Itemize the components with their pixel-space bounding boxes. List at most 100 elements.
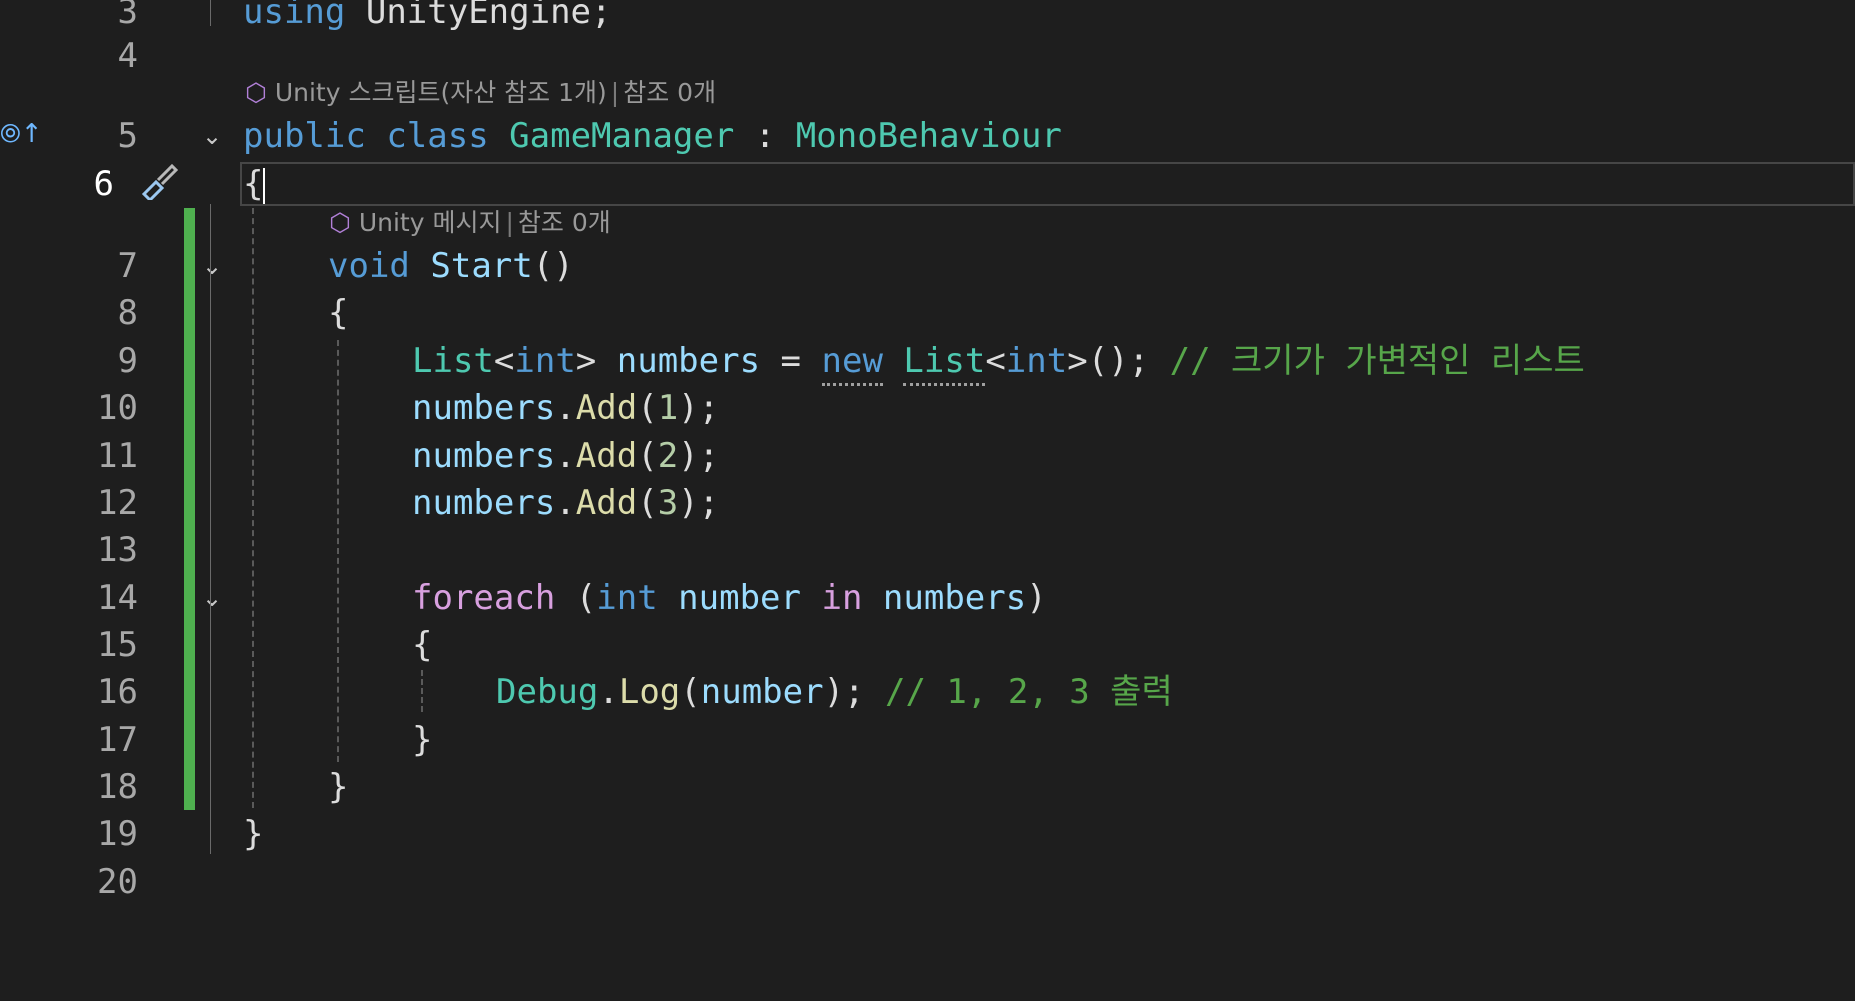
token: numbers xyxy=(882,578,1027,618)
token: Add xyxy=(575,388,638,428)
token: (); xyxy=(1087,341,1150,381)
current-line-highlight xyxy=(240,162,1855,206)
token: { xyxy=(412,625,433,665)
code-line-14[interactable]: foreach (int number in numbers) xyxy=(412,576,1047,620)
token: foreach xyxy=(412,578,556,618)
line-number: 20 xyxy=(97,862,138,902)
token: < xyxy=(493,341,515,381)
token: . xyxy=(598,672,619,712)
indent-guide xyxy=(252,208,254,808)
token: GameManager xyxy=(509,116,735,156)
token: Log xyxy=(618,672,681,712)
line-number: 17 xyxy=(97,720,138,760)
line-number: 5 xyxy=(117,116,138,156)
text-caret xyxy=(263,167,266,204)
token: public xyxy=(243,116,366,156)
unity-cube-icon: ⬡ xyxy=(245,78,267,107)
token: () xyxy=(532,246,574,286)
token: ; xyxy=(591,0,612,32)
token: > xyxy=(575,341,597,381)
comment: // 1, 2, 3 출력 xyxy=(885,672,1173,712)
line-number: 18 xyxy=(97,767,138,807)
token: numbers xyxy=(412,436,556,476)
token: ); xyxy=(823,672,865,712)
token: int xyxy=(514,341,576,381)
token: number xyxy=(700,672,824,712)
line-number-current: 6 xyxy=(93,164,114,204)
token: void xyxy=(328,246,410,286)
token: { xyxy=(328,293,349,333)
code-line-6[interactable]: { xyxy=(243,162,266,206)
token: using xyxy=(243,0,346,32)
code-editor[interactable]: ⦾↑ 3 4 5 6 7 8 9 10 11 12 13 14 15 16 17… xyxy=(0,0,1855,1001)
codelens-method[interactable]: ⬡ Unity 메시지 | 참조 0개 xyxy=(329,206,611,240)
comment: // 크기가 가변적인 리스트 xyxy=(1169,341,1585,381)
code-line-7[interactable]: void Start() xyxy=(328,244,574,288)
token: numbers xyxy=(616,341,761,381)
chevron-down-icon[interactable]: ⌄ xyxy=(202,114,222,158)
token: ( xyxy=(637,436,658,476)
chevron-down-icon[interactable]: ⌄ xyxy=(202,244,222,288)
token: = xyxy=(780,341,802,381)
code-line-15[interactable]: { xyxy=(412,623,432,667)
token: { xyxy=(243,164,264,204)
code-line-5[interactable]: public class GameManager : MonoBehaviour xyxy=(243,114,1062,158)
code-line-3[interactable]: using UnityEngine; xyxy=(243,0,612,34)
line-number: 8 xyxy=(117,293,138,333)
token: < xyxy=(985,341,1006,381)
code-line-19[interactable]: } xyxy=(243,812,263,856)
token: ) xyxy=(1026,578,1047,618)
token: int xyxy=(596,578,658,618)
line-number: 12 xyxy=(97,483,138,523)
outline-guide xyxy=(210,0,211,26)
token: List xyxy=(412,341,494,381)
chevron-down-icon[interactable]: ⌄ xyxy=(202,576,222,620)
token: Add xyxy=(575,436,638,476)
codelens-refs-link[interactable]: 참조 0개 xyxy=(518,208,611,237)
codelens-class[interactable]: ⬡ Unity 스크립트(자산 참조 1개) | 참조 0개 xyxy=(245,76,716,110)
code-line-10[interactable]: numbers.Add(1); xyxy=(412,386,719,430)
references-up-icon[interactable]: ⦾↑ xyxy=(0,116,43,152)
line-number: 15 xyxy=(97,625,138,665)
token: 3 xyxy=(657,483,679,523)
codelens-refs-link[interactable]: 참조 0개 xyxy=(623,78,716,107)
token: MonoBehaviour xyxy=(795,116,1062,156)
unity-cube-icon: ⬡ xyxy=(329,208,351,237)
codelens-unity-link[interactable]: Unity 스크립트(자산 참조 1개) xyxy=(275,78,607,107)
token: Start xyxy=(430,246,533,286)
code-line-12[interactable]: numbers.Add(3); xyxy=(412,481,719,525)
token: ); xyxy=(678,483,720,523)
line-number: 16 xyxy=(97,672,138,712)
token: . xyxy=(555,388,576,428)
codelens-separator: | xyxy=(505,208,514,237)
outline-guide xyxy=(210,204,211,854)
token: ); xyxy=(678,388,720,428)
code-line-8[interactable]: { xyxy=(328,291,348,335)
token: class xyxy=(386,116,489,156)
code-line-18[interactable]: } xyxy=(328,765,348,809)
line-number: 10 xyxy=(97,388,138,428)
codelens-separator: | xyxy=(610,78,620,107)
token: number xyxy=(678,578,801,618)
token: ( xyxy=(637,483,658,523)
token: ( xyxy=(680,672,701,712)
token-suggestion[interactable]: new xyxy=(821,341,883,386)
code-line-16[interactable]: Debug.Log(number); // 1, 2, 3 출력 xyxy=(496,670,1173,714)
line-number: 4 xyxy=(117,36,138,76)
codelens-unity-link[interactable]: Unity 메시지 xyxy=(359,208,502,237)
token: } xyxy=(243,814,264,854)
code-line-17[interactable]: } xyxy=(412,718,432,762)
line-number: 14 xyxy=(97,578,138,618)
line-number: 11 xyxy=(97,436,138,476)
brush-icon[interactable] xyxy=(138,160,180,200)
code-line-9[interactable]: List<int> numbers = new List<int>(); // … xyxy=(412,339,1585,386)
token: } xyxy=(412,720,433,760)
line-number: 3 xyxy=(117,0,138,32)
token: numbers xyxy=(412,483,556,523)
code-line-11[interactable]: numbers.Add(2); xyxy=(412,434,719,478)
token: Debug xyxy=(496,672,599,712)
token: > xyxy=(1067,341,1088,381)
line-number: 13 xyxy=(97,530,138,570)
token-suggestion[interactable]: List xyxy=(903,341,986,386)
token: UnityEngine xyxy=(365,0,592,32)
